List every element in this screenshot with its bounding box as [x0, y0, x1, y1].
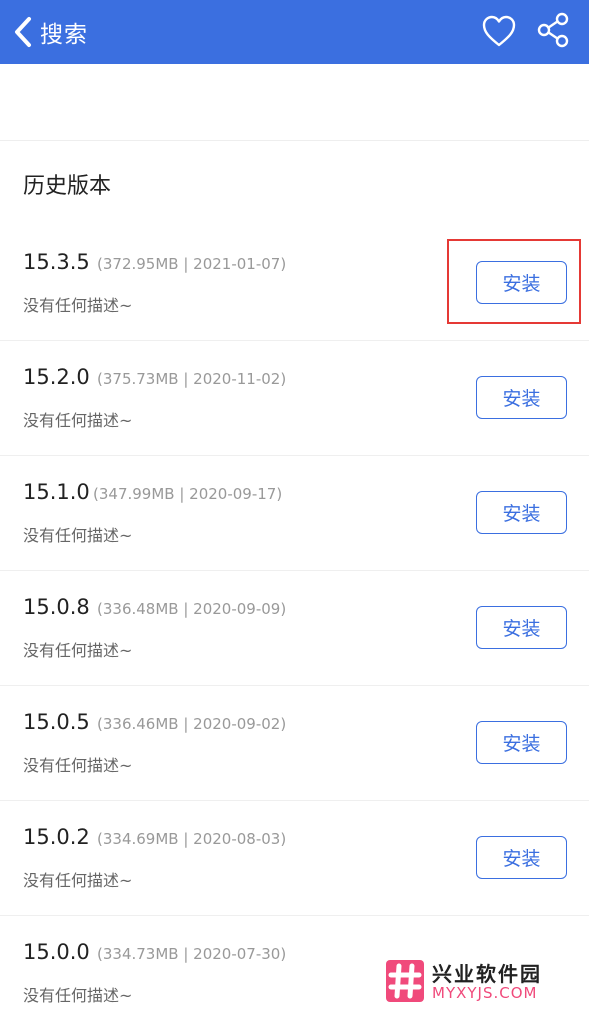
version-description: 没有任何描述~ — [23, 296, 133, 315]
hash-icon — [388, 963, 422, 999]
version-number: 15.3.5 — [23, 250, 90, 274]
blank-area — [0, 64, 589, 141]
version-meta: (336.48MB | 2020-09-09) — [97, 600, 287, 618]
watermark-url: MYXYJS.COM — [432, 984, 538, 1002]
version-row: 15.0.8 (336.48MB | 2020-09-09) 没有任何描述~ 安… — [0, 571, 589, 686]
version-description: 没有任何描述~ — [23, 871, 133, 890]
divider — [0, 140, 589, 141]
version-description: 没有任何描述~ — [23, 526, 133, 545]
version-meta: (336.46MB | 2020-09-02) — [97, 715, 287, 733]
version-number: 15.0.0 — [23, 940, 90, 964]
install-button[interactable]: 安装 — [476, 606, 567, 649]
version-description: 没有任何描述~ — [23, 756, 133, 775]
heart-icon[interactable] — [481, 14, 517, 50]
version-description: 没有任何描述~ — [23, 641, 133, 660]
version-meta: (375.73MB | 2020-11-02) — [97, 370, 287, 388]
section-title: 历史版本 — [23, 174, 112, 199]
page-title: 搜索 — [40, 22, 88, 48]
install-button[interactable]: 安装 — [476, 376, 567, 419]
version-number: 15.0.2 — [23, 825, 90, 849]
watermark-logo — [386, 960, 424, 1002]
version-description: 没有任何描述~ — [23, 411, 133, 430]
version-row: 15.1.0 (347.99MB | 2020-09-17) 没有任何描述~ 安… — [0, 456, 589, 571]
install-button[interactable]: 安装 — [476, 721, 567, 764]
version-meta: (347.99MB | 2020-09-17) — [93, 485, 283, 503]
version-row: 15.0.2 (334.69MB | 2020-08-03) 没有任何描述~ 安… — [0, 801, 589, 916]
version-meta: (334.73MB | 2020-07-30) — [97, 945, 287, 963]
version-number: 15.1.0 — [23, 480, 90, 504]
back-button[interactable]: 搜索 — [12, 12, 122, 52]
version-row: 15.2.0 (375.73MB | 2020-11-02) 没有任何描述~ 安… — [0, 341, 589, 456]
install-button[interactable]: 安装 — [476, 836, 567, 879]
install-button[interactable]: 安装 — [476, 491, 567, 534]
version-number: 15.0.5 — [23, 710, 90, 734]
version-number: 15.2.0 — [23, 365, 90, 389]
version-meta: (372.95MB | 2021-01-07) — [97, 255, 287, 273]
version-number: 15.0.8 — [23, 595, 90, 619]
chevron-left-icon — [15, 17, 31, 47]
watermark-name: 兴业软件园 — [432, 962, 542, 986]
install-button[interactable]: 安装 — [476, 261, 567, 304]
version-description: 没有任何描述~ — [23, 986, 133, 1005]
share-icon[interactable] — [536, 12, 570, 48]
version-row: 15.3.5 (372.95MB | 2021-01-07) 没有任何描述~ 安… — [0, 226, 589, 341]
watermark: 兴业软件园 MYXYJS.COM — [386, 958, 582, 1006]
top-app-bar: 搜索 — [0, 0, 589, 64]
version-meta: (334.69MB | 2020-08-03) — [97, 830, 287, 848]
version-row: 15.0.5 (336.46MB | 2020-09-02) 没有任何描述~ 安… — [0, 686, 589, 801]
